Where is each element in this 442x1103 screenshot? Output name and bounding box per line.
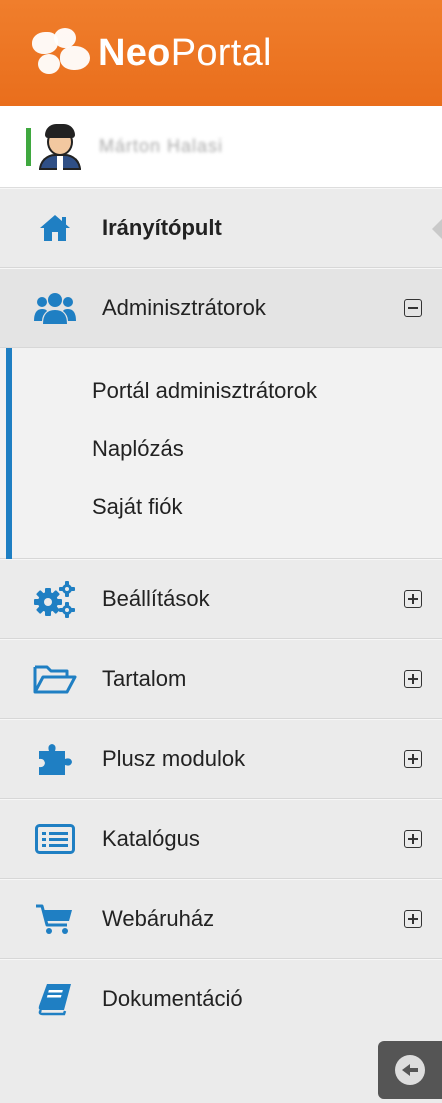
sidebar: NeoPortal Márton Halasi Irányítópult Adm… [0, 0, 442, 1103]
brand-name: NeoPortal [98, 31, 272, 74]
expand-plus-icon[interactable] [404, 590, 422, 608]
menu-label-catalog: Katalógus [102, 826, 200, 851]
collapse-minus-icon[interactable] [404, 299, 422, 317]
menu-item-content[interactable]: Tartalom [0, 639, 442, 719]
folder-open-icon [28, 659, 82, 699]
submenu-item-logging[interactable]: Naplózás [0, 420, 442, 478]
avatar [35, 123, 85, 170]
book-icon [28, 979, 82, 1019]
online-status-indicator [26, 127, 31, 166]
brand-header[interactable]: NeoPortal [0, 0, 442, 106]
menu-item-catalog[interactable]: Katalógus [0, 799, 442, 879]
submenu-item-portal-admins[interactable]: Portál adminisztrátorok [0, 362, 442, 420]
menu-label-shop: Webáruház [102, 906, 215, 931]
sidebar-footer [0, 1032, 442, 1103]
user-name: Márton Halasi [99, 136, 224, 156]
menu-label-content: Tartalom [102, 666, 187, 691]
menu-item-admins[interactable]: Adminisztrátorok [0, 268, 442, 348]
neoportal-logo-icon [30, 28, 92, 78]
expand-plus-icon[interactable] [404, 830, 422, 848]
menu-label-settings: Beállítások [102, 586, 210, 611]
expand-plus-icon[interactable] [404, 670, 422, 688]
menu-label-modules: Plusz modulok [102, 746, 246, 771]
cart-icon [28, 899, 82, 939]
menu-item-modules[interactable]: Plusz modulok [0, 719, 442, 799]
menu-item-settings[interactable]: Beállítások [0, 559, 442, 639]
user-panel[interactable]: Márton Halasi [0, 106, 442, 188]
users-icon [28, 288, 82, 328]
arrow-circle-left-icon [395, 1055, 425, 1085]
puzzle-icon [28, 739, 82, 779]
expand-plus-icon[interactable] [404, 910, 422, 928]
active-caret-icon [432, 219, 442, 239]
submenu-admins: Portál adminisztrátorok Naplózás Saját f… [0, 348, 442, 559]
collapse-sidebar-button[interactable] [378, 1041, 442, 1099]
home-icon [28, 208, 82, 248]
expand-plus-icon[interactable] [404, 750, 422, 768]
menu-item-dashboard[interactable]: Irányítópult [0, 188, 442, 268]
menu-label-admins: Adminisztrátorok [102, 295, 266, 320]
menu-label-docs: Dokumentáció [102, 986, 243, 1011]
gears-icon [28, 579, 82, 619]
list-alt-icon [28, 819, 82, 859]
menu-item-docs[interactable]: Dokumentáció [0, 959, 442, 1039]
menu-group-admins: Adminisztrátorok Portál adminisztrátorok… [0, 268, 442, 559]
submenu-item-own-account[interactable]: Saját fiók [0, 478, 442, 536]
menu-label-dashboard: Irányítópult [102, 215, 222, 240]
menu-item-shop[interactable]: Webáruház [0, 879, 442, 959]
